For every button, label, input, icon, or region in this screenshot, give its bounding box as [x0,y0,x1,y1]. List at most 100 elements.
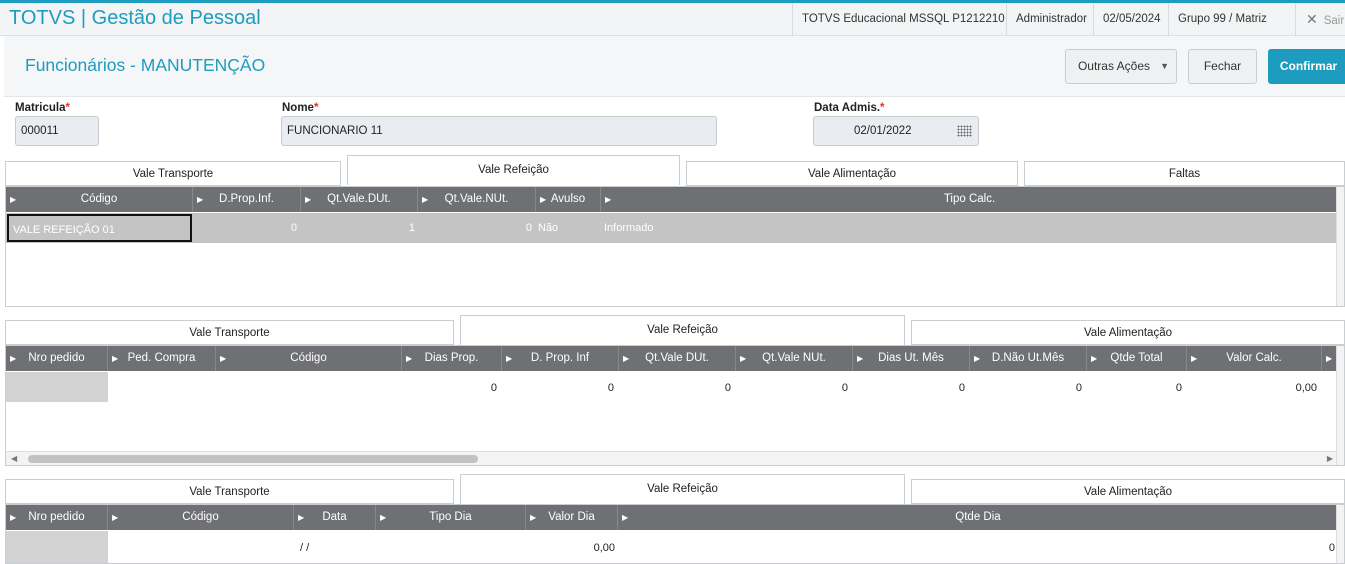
confirm-button[interactable]: Confirmar [1268,49,1345,84]
vertical-scrollbar[interactable] [1336,505,1344,563]
col-arrow-icon: ▶ [1091,354,1098,363]
cell-qtde-total[interactable]: 0 [1087,381,1182,395]
col-dias-ut-mes[interactable]: ▶ Dias Ut. Mês [853,346,970,371]
col-nro-pedido[interactable]: ▶ Nro pedido [6,346,108,371]
calendar-icon[interactable] [957,125,972,137]
cell-d-prop-inf[interactable]: 0 [502,381,614,395]
col-arrow-icon: ▶ [622,513,629,522]
nome-field[interactable]: FUNCIONARIO 11 [281,116,717,146]
col-arrow-icon: ▶ [10,354,17,363]
col-arrow-icon: ▶ [10,513,17,522]
exit-button[interactable]: ✕ Sair [1295,3,1345,36]
vale-refeicao-grid: ▶ Código ▶ D.Prop.Inf. ▶ Qt.Vale.DUt. ▶ Qt.V… [5,186,1345,307]
more-actions-button[interactable]: Outras Ações ▼ [1065,49,1177,84]
scroll-right-icon[interactable]: ▶ [1327,452,1333,465]
cell-valor-dia[interactable]: 0,00 [526,541,615,555]
matricula-label: Matricula* [15,102,70,114]
tab-vale-transporte-1[interactable]: Vale Transporte [5,161,341,186]
col-qt-vale-nut[interactable]: ▶ Qt.Vale.NUt. [418,187,536,212]
col-tipo-calc[interactable]: ▶ Tipo Calc. [601,187,1338,212]
col-valor-dia[interactable]: ▶ Valor Dia [526,505,618,530]
cell-avulso[interactable]: Não [538,214,598,242]
scroll-left-icon[interactable]: ◀ [11,452,17,465]
col-arrow-icon: ▶ [298,513,305,522]
cell-dias-ut-mes[interactable]: 0 [853,381,965,395]
col-nro-pedido[interactable]: ▶ Nro pedido [6,505,108,530]
col-qt-vale-dut[interactable]: ▶ Qt.Vale DUt. [619,346,736,371]
col-dias-prop[interactable]: ▶ Dias Prop. [402,346,502,371]
tab-vale-refeicao-3[interactable]: Vale Refeição [460,474,905,504]
environment-info: TOTVS Educacional MSSQL P1212210 [792,3,1014,36]
module-name: Gestão de Pessoal [91,7,261,29]
col-arrow-icon: ▶ [857,354,864,363]
col-valor-calc[interactable]: ▶ Valor Calc. [1187,346,1322,371]
col-arrow-icon: ▶ [530,513,537,522]
row-header-cell[interactable] [6,372,108,402]
col-data[interactable]: ▶ Data [294,505,376,530]
col-codigo[interactable]: ▶ Código [6,187,193,212]
col-arrow-icon: ▶ [406,354,413,363]
scroll-thumb[interactable] [28,455,478,463]
row-header-cell[interactable] [6,531,108,563]
close-icon: ✕ [1306,11,1318,27]
col-avulso[interactable]: ▶ Avulso [536,187,601,212]
page-title: Funcionários - MANUTENÇÃO [25,55,266,75]
cell-d-prop-inf[interactable]: 0 [193,214,297,242]
group-info: Grupo 99 / Matriz [1168,3,1276,36]
tab-vale-alimentacao-2[interactable]: Vale Alimentação [911,320,1345,345]
col-qtde-total[interactable]: ▶ Qtde Total [1087,346,1187,371]
col-codigo[interactable]: ▶ Código [216,346,402,371]
cell-qt-vale-dut[interactable]: 0 [619,381,731,395]
tab-vale-alimentacao-3[interactable]: Vale Alimentação [911,479,1345,504]
data-admis-label: Data Admis.* [814,102,885,114]
col-d-nao-ut-mes[interactable]: ▶ D.Não Ut.Mês [970,346,1087,371]
col-qt-vale-nut[interactable]: ▶ Qt.Vale NUt. [736,346,853,371]
vertical-scrollbar[interactable] [1336,187,1344,306]
grid-header: ▶ Nro pedido ▶ Código ▶ Data ▶ Tipo Dia ▶ Val… [6,505,1338,530]
date-info: 02/05/2024 [1093,3,1170,36]
vertical-scrollbar[interactable] [1336,346,1344,465]
col-ped-compra[interactable]: ▶ Ped. Compra [108,346,216,371]
col-arrow-icon: ▶ [305,195,312,204]
col-arrow-icon: ▶ [112,513,119,522]
cell-qt-vale-nut[interactable]: 0 [736,381,848,395]
cell-valor-calc[interactable]: 0,00 [1187,381,1317,395]
exit-label: Sair [1323,15,1345,27]
close-button[interactable]: Fechar [1188,49,1257,84]
col-arrow-icon: ▶ [112,354,119,363]
col-arrow-icon: ▶ [422,195,429,204]
tab-vale-transporte-2[interactable]: Vale Transporte [5,320,454,345]
col-qtde-dia[interactable]: ▶ Qtde Dia [618,505,1338,530]
cell-data[interactable]: / / [300,541,340,555]
horizontal-scrollbar[interactable]: ◀ ▶ [6,451,1338,465]
cell-codigo[interactable]: VALE REFEIÇÃO 01 [7,214,192,242]
cell-qtde-dia[interactable]: 0 [618,541,1335,555]
col-arrow-icon: ▶ [740,354,747,363]
tab-vale-transporte-3[interactable]: Vale Transporte [5,479,454,504]
cell-dias-prop[interactable]: 0 [402,381,497,395]
top-bar: TOTVS | Gestão de Pessoal TOTVS Educacio… [0,0,1345,36]
col-codigo[interactable]: ▶ Código [108,505,294,530]
brand-name: TOTVS [9,7,76,29]
col-tipo-dia[interactable]: ▶ Tipo Dia [376,505,526,530]
col-arrow-icon: ▶ [1191,354,1198,363]
col-arrow-icon: ▶ [197,195,204,204]
user-info: Administrador [1006,3,1096,36]
col-d-prop-inf[interactable]: ▶ D. Prop. Inf [502,346,619,371]
tab-vale-alimentacao-1[interactable]: Vale Alimentação [686,161,1018,186]
col-arrow-icon: ▶ [540,195,547,204]
cell-tipo-calc[interactable]: Informado [604,214,904,242]
col-qt-vale-dut[interactable]: ▶ Qt.Vale.DUt. [301,187,418,212]
data-admis-field[interactable]: 02/01/2022 [813,116,979,146]
cell-d-nao-ut-mes[interactable]: 0 [970,381,1082,395]
tab-faltas-1[interactable]: Faltas [1024,161,1345,186]
cell-qt-vale-nut[interactable]: 0 [418,214,532,242]
cell-qt-vale-dut[interactable]: 1 [301,214,415,242]
col-d-prop-inf[interactable]: ▶ D.Prop.Inf. [193,187,301,212]
page-header: Funcionários - MANUTENÇÃO Outras Ações ▼… [4,36,1345,97]
dias-grid: ▶ Nro pedido ▶ Código ▶ Data ▶ Tipo Dia ▶ Val… [5,504,1345,564]
tab-vale-refeicao-2[interactable]: Vale Refeição [460,315,905,345]
matricula-field[interactable]: 000011 [15,116,99,146]
tab-vale-refeicao-1[interactable]: Vale Refeição [347,155,680,185]
table-row[interactable]: VALE REFEIÇÃO 01 0 1 0 Não Informado [6,213,1338,243]
